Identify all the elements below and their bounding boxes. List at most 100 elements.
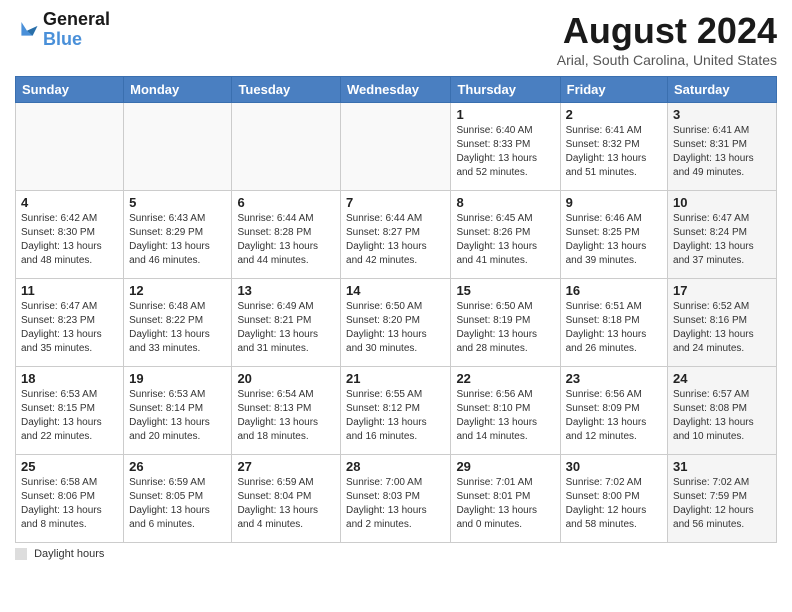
day-cell: 1 Sunrise: 6:40 AM Sunset: 8:33 PM Daylig… bbox=[451, 103, 560, 191]
day-cell: 8 Sunrise: 6:45 AM Sunset: 8:26 PM Daylig… bbox=[451, 191, 560, 279]
day-number: 1 bbox=[456, 107, 554, 122]
th-thursday: Thursday bbox=[451, 77, 560, 103]
subtitle: Arial, South Carolina, United States bbox=[557, 52, 777, 68]
day-info: Sunrise: 6:59 AM Sunset: 8:04 PM Dayligh… bbox=[237, 476, 335, 532]
day-info: Sunrise: 6:47 AM Sunset: 8:23 PM Dayligh… bbox=[21, 300, 118, 356]
day-cell: 18 Sunrise: 6:53 AM Sunset: 8:15 PM Dayli… bbox=[16, 367, 124, 455]
day-info: Sunrise: 6:57 AM Sunset: 8:08 PM Dayligh… bbox=[673, 388, 771, 444]
day-number: 19 bbox=[129, 371, 226, 386]
day-cell: 15Sunrise: 6:50 AM Sunset: 8:19 PM Dayli… bbox=[451, 279, 560, 367]
day-number: 31 bbox=[673, 459, 771, 474]
day-info: Sunrise: 6:46 AM Sunset: 8:25 PM Dayligh… bbox=[566, 212, 662, 268]
day-cell: 28 Sunrise: 7:00 AM Sunset: 8:03 PM Dayli… bbox=[341, 455, 451, 543]
day-cell bbox=[232, 103, 341, 191]
calendar: Sunday Monday Tuesday Wednesday Thursday… bbox=[15, 76, 777, 543]
day-number: 25 bbox=[21, 459, 118, 474]
day-info: Sunrise: 6:49 AM Sunset: 8:21 PM Dayligh… bbox=[237, 300, 335, 356]
week-row-2: 4 Sunrise: 6:42 AM Sunset: 8:30 PM Daylig… bbox=[16, 191, 777, 279]
th-friday: Friday bbox=[560, 77, 667, 103]
day-info: Sunrise: 6:41 AM Sunset: 8:32 PM Dayligh… bbox=[566, 124, 662, 180]
page: General Blue August 2024 Arial, South Ca… bbox=[0, 0, 792, 612]
main-title: August 2024 bbox=[557, 10, 777, 52]
day-info: Sunrise: 6:44 AM Sunset: 8:28 PM Dayligh… bbox=[237, 212, 335, 268]
day-number: 17 bbox=[673, 283, 771, 298]
day-cell: 9 Sunrise: 6:46 AM Sunset: 8:25 PM Daylig… bbox=[560, 191, 667, 279]
day-info: Sunrise: 6:50 AM Sunset: 8:19 PM Dayligh… bbox=[456, 300, 554, 356]
day-info: Sunrise: 6:47 AM Sunset: 8:24 PM Dayligh… bbox=[673, 212, 771, 268]
day-cell: 27 Sunrise: 6:59 AM Sunset: 8:04 PM Dayli… bbox=[232, 455, 341, 543]
th-tuesday: Tuesday bbox=[232, 77, 341, 103]
day-number: 18 bbox=[21, 371, 118, 386]
day-cell: 11 Sunrise: 6:47 AM Sunset: 8:23 PM Dayli… bbox=[16, 279, 124, 367]
day-number: 8 bbox=[456, 195, 554, 210]
day-cell: 20 Sunrise: 6:54 AM Sunset: 8:13 PM Dayli… bbox=[232, 367, 341, 455]
day-cell bbox=[341, 103, 451, 191]
day-cell: 3 Sunrise: 6:41 AM Sunset: 8:31 PM Daylig… bbox=[668, 103, 777, 191]
day-cell bbox=[16, 103, 124, 191]
day-info: Sunrise: 6:55 AM Sunset: 8:12 PM Dayligh… bbox=[346, 388, 445, 444]
day-info: Sunrise: 6:54 AM Sunset: 8:13 PM Dayligh… bbox=[237, 388, 335, 444]
th-sunday: Sunday bbox=[16, 77, 124, 103]
day-number: 28 bbox=[346, 459, 445, 474]
day-cell: 26 Sunrise: 6:59 AM Sunset: 8:05 PM Dayli… bbox=[124, 455, 232, 543]
day-number: 10 bbox=[673, 195, 771, 210]
day-number: 6 bbox=[237, 195, 335, 210]
day-cell: 29Sunrise: 7:01 AM Sunset: 8:01 PM Dayli… bbox=[451, 455, 560, 543]
header: General Blue August 2024 Arial, South Ca… bbox=[15, 10, 777, 68]
footer-label: Daylight hours bbox=[34, 548, 104, 560]
day-number: 2 bbox=[566, 107, 662, 122]
day-number: 21 bbox=[346, 371, 445, 386]
day-info: Sunrise: 6:59 AM Sunset: 8:05 PM Dayligh… bbox=[129, 476, 226, 532]
day-number: 4 bbox=[21, 195, 118, 210]
day-number: 7 bbox=[346, 195, 445, 210]
day-number: 20 bbox=[237, 371, 335, 386]
day-cell: 30Sunrise: 7:02 AM Sunset: 8:00 PM Dayli… bbox=[560, 455, 667, 543]
day-cell: 24Sunrise: 6:57 AM Sunset: 8:08 PM Dayli… bbox=[668, 367, 777, 455]
day-info: Sunrise: 6:50 AM Sunset: 8:20 PM Dayligh… bbox=[346, 300, 445, 356]
day-number: 29 bbox=[456, 459, 554, 474]
day-cell: 2 Sunrise: 6:41 AM Sunset: 8:32 PM Daylig… bbox=[560, 103, 667, 191]
th-monday: Monday bbox=[124, 77, 232, 103]
day-info: Sunrise: 6:40 AM Sunset: 8:33 PM Dayligh… bbox=[456, 124, 554, 180]
logo: General Blue bbox=[15, 10, 110, 50]
day-number: 14 bbox=[346, 283, 445, 298]
day-cell: 19 Sunrise: 6:53 AM Sunset: 8:14 PM Dayli… bbox=[124, 367, 232, 455]
day-number: 27 bbox=[237, 459, 335, 474]
day-cell: 7Sunrise: 6:44 AM Sunset: 8:27 PM Daylig… bbox=[341, 191, 451, 279]
header-row: Sunday Monday Tuesday Wednesday Thursday… bbox=[16, 77, 777, 103]
day-cell: 17Sunrise: 6:52 AM Sunset: 8:16 PM Dayli… bbox=[668, 279, 777, 367]
footer: Daylight hours bbox=[15, 548, 777, 560]
day-cell: 31 Sunrise: 7:02 AM Sunset: 7:59 PM Dayli… bbox=[668, 455, 777, 543]
day-cell: 6 Sunrise: 6:44 AM Sunset: 8:28 PM Daylig… bbox=[232, 191, 341, 279]
day-info: Sunrise: 6:53 AM Sunset: 8:15 PM Dayligh… bbox=[21, 388, 118, 444]
day-info: Sunrise: 6:56 AM Sunset: 8:10 PM Dayligh… bbox=[456, 388, 554, 444]
day-info: Sunrise: 7:00 AM Sunset: 8:03 PM Dayligh… bbox=[346, 476, 445, 532]
week-row-4: 18 Sunrise: 6:53 AM Sunset: 8:15 PM Dayli… bbox=[16, 367, 777, 455]
day-cell: 5Sunrise: 6:43 AM Sunset: 8:29 PM Daylig… bbox=[124, 191, 232, 279]
day-info: Sunrise: 6:41 AM Sunset: 8:31 PM Dayligh… bbox=[673, 124, 771, 180]
day-info: Sunrise: 6:43 AM Sunset: 8:29 PM Dayligh… bbox=[129, 212, 226, 268]
day-number: 11 bbox=[21, 283, 118, 298]
day-info: Sunrise: 6:53 AM Sunset: 8:14 PM Dayligh… bbox=[129, 388, 226, 444]
day-info: Sunrise: 7:02 AM Sunset: 7:59 PM Dayligh… bbox=[673, 476, 771, 532]
day-info: Sunrise: 6:56 AM Sunset: 8:09 PM Dayligh… bbox=[566, 388, 662, 444]
day-number: 30 bbox=[566, 459, 662, 474]
day-info: Sunrise: 6:45 AM Sunset: 8:26 PM Dayligh… bbox=[456, 212, 554, 268]
day-info: Sunrise: 6:48 AM Sunset: 8:22 PM Dayligh… bbox=[129, 300, 226, 356]
day-cell: 10 Sunrise: 6:47 AM Sunset: 8:24 PM Dayli… bbox=[668, 191, 777, 279]
logo-text: General Blue bbox=[43, 10, 110, 50]
day-cell: 21 Sunrise: 6:55 AM Sunset: 8:12 PM Dayli… bbox=[341, 367, 451, 455]
day-number: 22 bbox=[456, 371, 554, 386]
day-number: 9 bbox=[566, 195, 662, 210]
th-saturday: Saturday bbox=[668, 77, 777, 103]
day-info: Sunrise: 6:51 AM Sunset: 8:18 PM Dayligh… bbox=[566, 300, 662, 356]
day-info: Sunrise: 6:42 AM Sunset: 8:30 PM Dayligh… bbox=[21, 212, 118, 268]
day-cell: 12 Sunrise: 6:48 AM Sunset: 8:22 PM Dayli… bbox=[124, 279, 232, 367]
day-info: Sunrise: 6:58 AM Sunset: 8:06 PM Dayligh… bbox=[21, 476, 118, 532]
day-number: 3 bbox=[673, 107, 771, 122]
day-number: 26 bbox=[129, 459, 226, 474]
week-row-1: 1 Sunrise: 6:40 AM Sunset: 8:33 PM Daylig… bbox=[16, 103, 777, 191]
day-cell: 4 Sunrise: 6:42 AM Sunset: 8:30 PM Daylig… bbox=[16, 191, 124, 279]
day-number: 12 bbox=[129, 283, 226, 298]
day-number: 16 bbox=[566, 283, 662, 298]
